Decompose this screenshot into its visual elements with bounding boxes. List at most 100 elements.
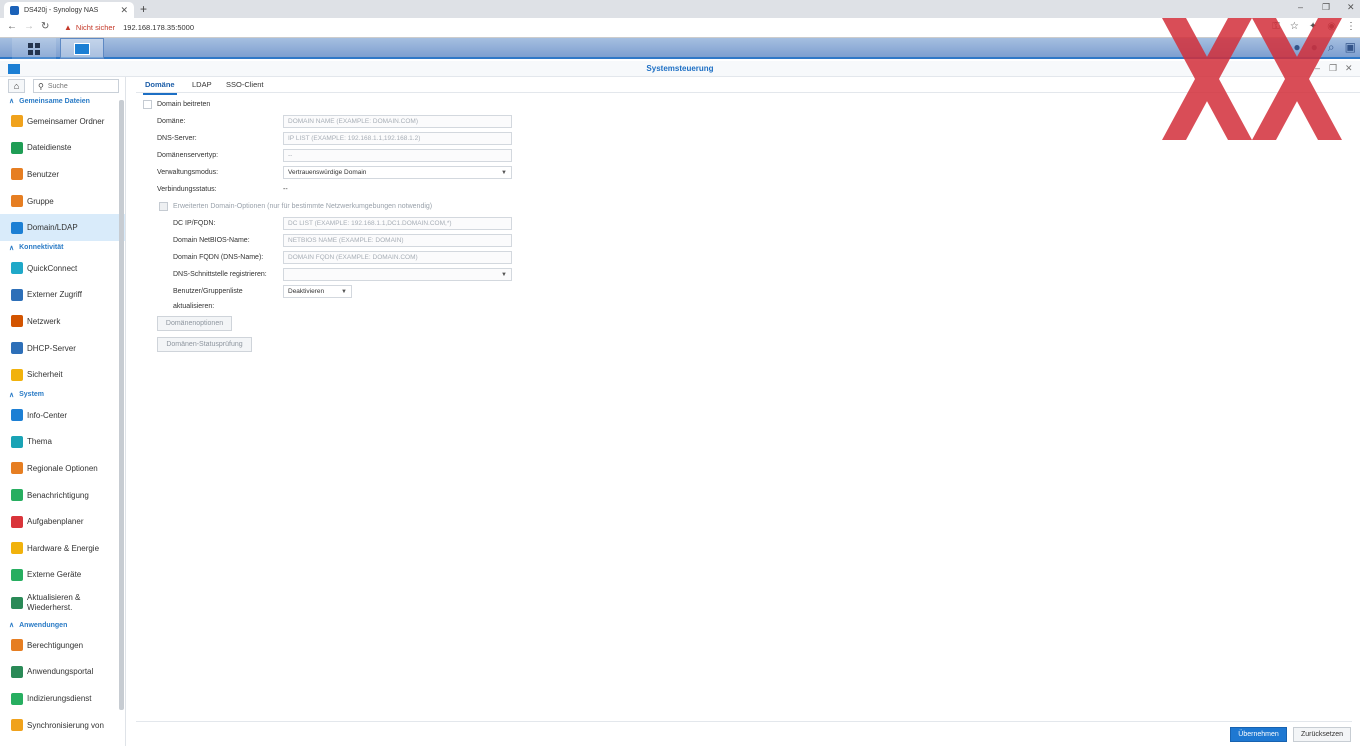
browser-tab[interactable]: DS420j - Synology NAS ✕ [4,2,134,18]
chevron-down-icon: ▼ [501,272,507,278]
tab-bar: Domäne LDAP SSO-Client [136,77,1360,95]
window-restore-icon[interactable]: ❐ [1329,63,1337,74]
chevron-up-icon: ∧ [9,622,15,630]
sidebar-item-info[interactable]: Info-Center [0,402,125,429]
sidebar-section-header[interactable]: ∧ Anwendungen [0,618,125,632]
browser-menu-icon[interactable]: ⋮ [1346,21,1356,32]
apply-button[interactable]: Übernehmen [1230,727,1287,742]
sidebar-item-quickconnect[interactable]: QuickConnect [0,255,125,282]
quickconnect-icon [11,262,23,275]
sidebar-item-file-services[interactable]: Dateidienste [0,135,125,162]
sidebar-item-update[interactable]: Aktualisieren & Wiederherst. [0,588,125,618]
sidebar-item-external-devices[interactable]: Externe Geräte [0,562,125,589]
sidebar-item-user[interactable]: Benutzer [0,161,125,188]
userlist-value: Deaktivieren [288,288,325,295]
new-tab-icon[interactable]: + [140,2,147,16]
management-mode-select[interactable]: Vertrauenswürdige Domain ▼ [283,166,512,179]
sidebar-item-label: Netzwerk [27,316,61,326]
sidebar-item-external-access[interactable]: Externer Zugriff [0,282,125,309]
widgets-icon[interactable]: ▣ [1345,40,1356,55]
sidebar-item-app-portal[interactable]: Anwendungsportal [0,659,125,686]
close-window-icon[interactable]: ✕ [1347,2,1355,13]
server-type-label: Domänenservertyp: [157,152,219,159]
dns-server-field[interactable]: IP LIST (EXAMPLE: 192.168.1.1,192.168.1.… [283,132,512,145]
forward-icon[interactable]: → [24,21,34,32]
sidebar-item-network[interactable]: Netzwerk [0,308,125,335]
sidebar-section-header[interactable]: ∧ System [0,388,125,402]
back-icon[interactable]: ← [7,21,17,32]
management-mode-value: Vertrauenswürdige Domain [288,169,367,176]
external-access-icon [11,288,23,301]
sidebar-item-privileges[interactable]: Berechtigungen [0,632,125,659]
domain-label: Domäne: [157,118,186,125]
sidebar-item-dhcp[interactable]: DHCP-Server [0,335,125,362]
taskbar-control-panel-button[interactable] [60,38,104,59]
sidebar-section-header[interactable]: ∧ Konnektivität [0,241,125,255]
user-menu-icon[interactable]: ● [1311,40,1318,55]
sidebar-item-label: Gruppe [27,196,54,206]
home-button[interactable]: ⌂ [8,79,25,93]
control-panel-icon [74,42,90,55]
tab-domain[interactable]: Domäne [143,80,177,95]
window-minimize-icon[interactable]: – [1315,63,1320,73]
sidebar-search[interactable]: ⚲ [33,79,119,93]
userlist-select[interactable]: Deaktivieren ▼ [283,285,352,298]
reset-button[interactable]: Zurücksetzen [1293,727,1351,742]
advanced-options-checkbox[interactable] [159,202,168,211]
sidebar-section-label: System [19,391,45,399]
dsm-taskbar: ● ● ⌕ ▣ [0,38,1360,59]
window-close-icon[interactable]: ✕ [1345,63,1353,74]
sidebar-item-domain[interactable]: Domain/LDAP [0,214,125,241]
bookmark-star-icon[interactable]: ☆ [1290,21,1299,32]
profile-icon[interactable]: ◉ [1327,21,1336,32]
search-input[interactable] [47,82,108,90]
domain-options-button[interactable]: Domänenoptionen [157,316,232,331]
sidebar-item-notification[interactable]: Benachrichtigung [0,482,125,509]
group-icon [11,195,23,208]
join-domain-label: Domain beitreten [157,101,211,108]
netbios-field[interactable]: NETBIOS NAME (EXAMPLE: DOMAIN) [283,234,512,247]
sidebar-item-sync[interactable]: Synchronisierung von [0,712,125,739]
shared-folder-icon [11,115,23,128]
domain-status-button[interactable]: Domänen-Statusprüfung [157,337,252,352]
sidebar-section-header[interactable]: ∧ Gemeinsame Dateien [0,94,125,108]
key-icon[interactable]: ⚿ [1272,21,1280,32]
reload-icon[interactable]: ↻ [41,21,49,32]
maximize-window-icon[interactable]: ❐ [1322,2,1330,13]
footer-divider [136,721,1352,722]
server-type-field: -- [283,149,512,162]
sidebar-item-group[interactable]: Gruppe [0,188,125,215]
minimize-window-icon[interactable]: – [1298,2,1303,12]
url-field[interactable]: ▲ Nicht sicher 192.168.178.35:5000 [58,20,1298,35]
extension-icon[interactable]: ✦ [1309,21,1317,32]
taskbar-search-icon[interactable]: ⌕ [1328,40,1335,55]
main-menu-button[interactable] [12,38,56,59]
sidebar-item-indexing[interactable]: Indizierungsdienst [0,685,125,712]
dns-server-label: DNS-Server: [157,135,197,142]
fqdn-field[interactable]: DOMAIN FQDN (EXAMPLE: DOMAIN.COM) [283,251,512,264]
sidebar-item-task-scheduler[interactable]: Aufgabenplaner [0,508,125,535]
join-domain-checkbox[interactable] [143,100,152,109]
chevron-up-icon: ∧ [9,244,15,252]
sidebar-item-hardware[interactable]: Hardware & Energie [0,535,125,562]
sidebar-section-label: Anwendungen [19,621,68,629]
dc-field[interactable]: DC LIST (EXAMPLE: 192.168.1.1,DC1.DOMAIN… [283,217,512,230]
search-icon: ⚲ [38,81,44,91]
chat-icon[interactable]: ● [1293,40,1300,55]
close-tab-icon[interactable]: ✕ [120,5,128,16]
chevron-up-icon: ∧ [9,98,15,105]
domain-field[interactable]: DOMAIN NAME (EXAMPLE: DOMAIN.COM) [283,115,512,128]
userlist-label-line2: aktualisieren: [173,303,215,310]
sidebar-item-security[interactable]: Sicherheit [0,361,125,388]
sidebar-item-label: Externe Geräte [27,570,82,580]
dns-interface-select[interactable]: ▼ [283,268,512,281]
tab-ldap[interactable]: LDAP [192,80,212,89]
browser-tab-strip: DS420j - Synology NAS ✕ + – ❐ ✕ [0,0,1360,18]
sidebar-item-label: Synchronisierung von [27,720,104,730]
sidebar-item-shared-folder[interactable]: Gemeinsamer Ordner [0,108,125,135]
sidebar-scrollbar[interactable] [119,100,124,710]
sidebar-item-theme[interactable]: Thema [0,429,125,456]
sidebar-item-regional[interactable]: Regionale Optionen [0,455,125,482]
sidebar-item-label: Aufgabenplaner [27,517,84,527]
tab-sso-client[interactable]: SSO-Client [226,80,264,89]
